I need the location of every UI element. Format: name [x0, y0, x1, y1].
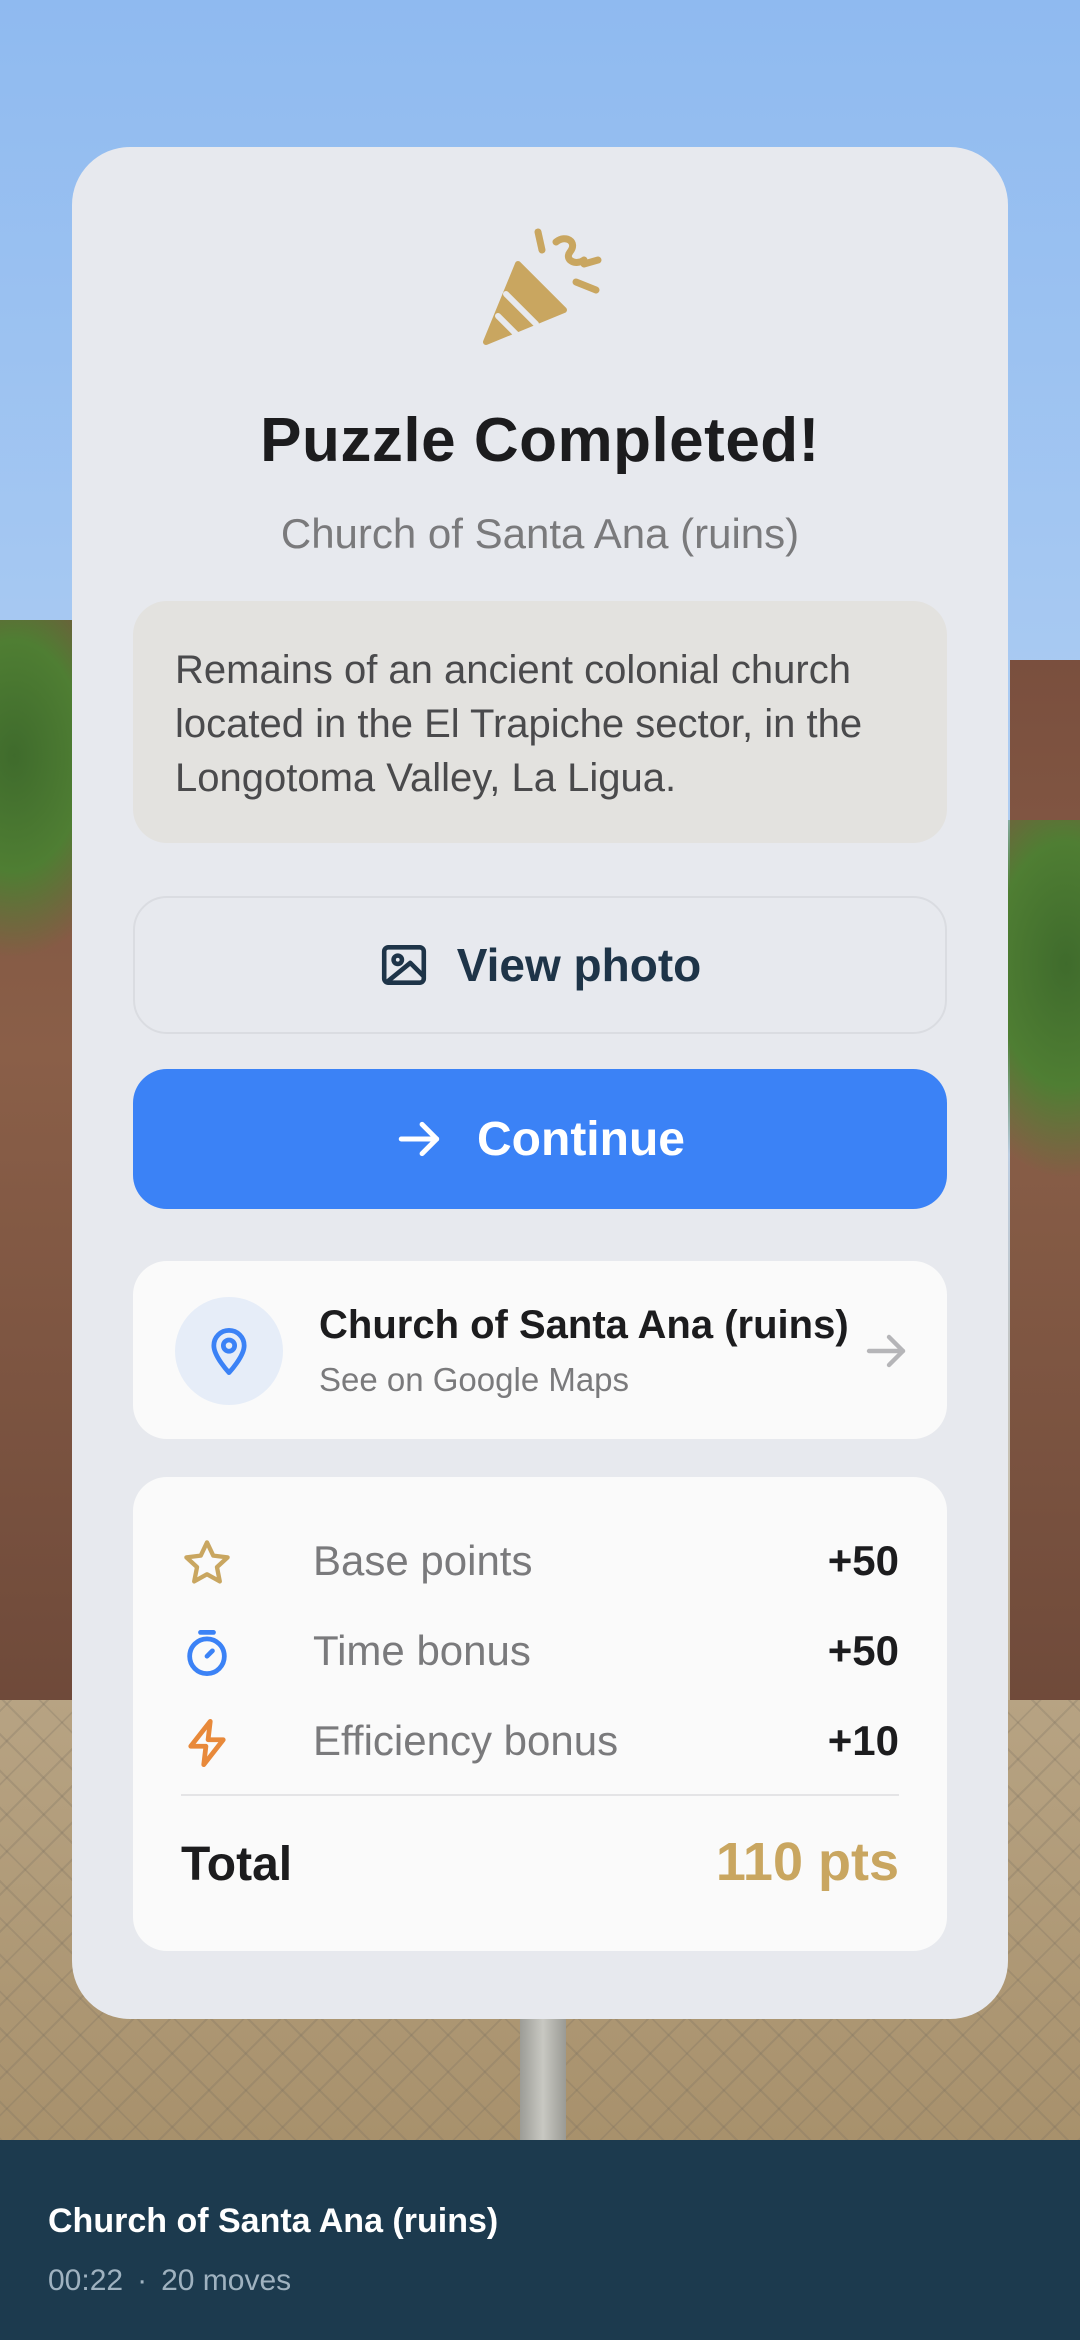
maps-place-name: Church of Santa Ana (ruins) — [319, 1303, 849, 1347]
points-label: Time bonus — [313, 1627, 531, 1674]
points-row-time: Time bonus +50 — [181, 1617, 899, 1687]
place-description: Remains of an ancient colonial church lo… — [133, 601, 947, 843]
view-photo-button[interactable]: View photo — [133, 896, 947, 1034]
points-breakdown: Base points +50 Time bonus +50 Efficienc… — [133, 1477, 947, 1951]
place-subtitle: Church of Santa Ana (ruins) — [280, 510, 800, 557]
fence-post — [520, 2010, 566, 2140]
footer-place-name: Church of Santa Ana (ruins) — [48, 2202, 499, 2240]
arrow-right-icon — [866, 1334, 906, 1368]
maps-link-label: See on Google Maps — [319, 1361, 630, 1398]
footer-stats: 00:22 · 20 moves — [48, 2264, 291, 2298]
points-value: +50 — [827, 1537, 899, 1584]
image-icon — [381, 945, 426, 985]
points-label: Efficiency bonus — [313, 1717, 619, 1764]
star-icon — [184, 1540, 230, 1584]
total-value: 110 pts — [715, 1832, 899, 1892]
divider — [181, 1794, 899, 1796]
puzzle-footer: Church of Santa Ana (ruins) 00:22 · 20 mov… — [0, 2140, 1080, 2340]
points-value: +50 — [827, 1627, 899, 1674]
points-row-base: Base points +50 — [181, 1527, 899, 1597]
arrow-right-icon — [398, 1121, 440, 1157]
page-title: Puzzle Completed! — [260, 406, 820, 475]
party-popper-icon — [483, 228, 602, 345]
map-pin-badge — [175, 1297, 283, 1405]
view-photo-label: View photo — [456, 939, 702, 991]
points-label: Base points — [313, 1537, 533, 1584]
points-value: +10 — [827, 1717, 899, 1764]
points-row-efficiency: Efficiency bonus +10 — [181, 1707, 899, 1777]
continue-button[interactable]: Continue — [133, 1069, 947, 1209]
lightning-icon — [188, 1718, 226, 1768]
total-label: Total — [181, 1838, 293, 1891]
meta-separator: · — [137, 2264, 148, 2297]
continue-label: Continue — [477, 1112, 685, 1166]
google-maps-link[interactable]: Church of Santa Ana (ruins) See on Googl… — [133, 1261, 947, 1439]
ruins-wall-right — [1010, 660, 1080, 1710]
elapsed-time: 00:22 — [48, 2264, 124, 2297]
stopwatch-icon — [187, 1630, 227, 1676]
map-pin-icon — [211, 1328, 247, 1376]
move-count: 20 moves — [161, 2264, 292, 2297]
